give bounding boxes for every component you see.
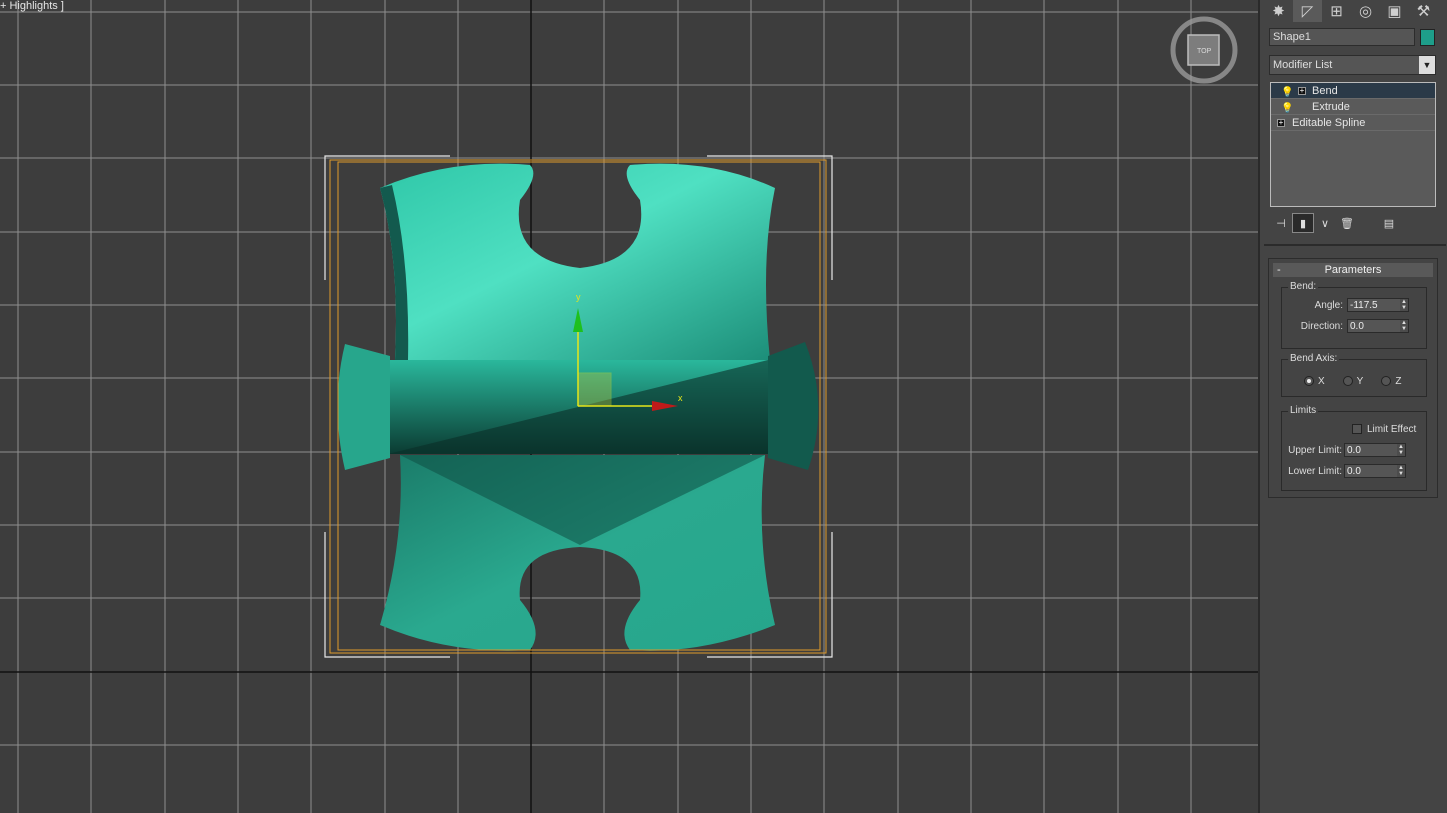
divider (1264, 244, 1446, 246)
remove-modifier-icon[interactable]: 🗑 (1336, 213, 1358, 233)
direction-spinner[interactable]: ▲▼ (1347, 319, 1409, 333)
spinner-down-icon[interactable]: ▼ (1400, 305, 1408, 311)
spinner-down-icon[interactable]: ▼ (1397, 471, 1405, 477)
expand-icon[interactable]: + (1298, 87, 1306, 95)
angle-label: Angle: (1314, 299, 1343, 311)
angle-input[interactable] (1348, 299, 1400, 311)
show-end-result-icon[interactable]: ▮ (1292, 213, 1314, 233)
limits-group-title: Limits (1288, 405, 1319, 416)
object-color-swatch[interactable] (1420, 29, 1435, 46)
stack-item-label: Bend (1312, 85, 1338, 97)
lower-limit-label: Lower Limit: (1288, 465, 1342, 477)
limits-group: Limits Limit Effect Upper Limit: ▲▼ Lowe… (1281, 405, 1427, 491)
command-panel: ✸ ◸ ⊞ ◎ ▣ ⚒ Modifier List ▼ 💡 + Bend 💡 E… (1258, 0, 1447, 813)
gizmo-x-label: x (678, 393, 683, 403)
axis-x-radio[interactable]: X (1304, 376, 1325, 387)
limit-effect-label: Limit Effect (1367, 423, 1417, 435)
object-name-field[interactable] (1269, 28, 1415, 46)
collapse-icon[interactable]: - (1277, 263, 1281, 277)
angle-spinner[interactable]: ▲▼ (1347, 298, 1409, 312)
axis-y-label: Y (1356, 375, 1364, 387)
upper-limit-label: Upper Limit: (1288, 444, 1342, 456)
modifier-list-dropdown[interactable]: Modifier List ▼ (1269, 55, 1436, 75)
stack-item-editable-spline[interactable]: + Editable Spline (1271, 115, 1435, 131)
parameters-rollout-header[interactable]: - Parameters (1273, 263, 1433, 277)
direction-label: Direction: (1300, 320, 1343, 332)
viewcube-face-label: TOP (1197, 48, 1212, 55)
create-tab-icon[interactable]: ✸ (1264, 0, 1293, 22)
viewcube[interactable]: TOP (1166, 14, 1244, 92)
expand-icon[interactable]: + (1277, 119, 1285, 127)
viewport-label[interactable]: + Highlights ] (0, 0, 64, 13)
axis-x-label: X (1318, 375, 1325, 387)
direction-input[interactable] (1348, 320, 1400, 332)
modifier-list-label: Modifier List (1273, 59, 1333, 71)
upper-limit-spinner[interactable]: ▲▼ (1344, 443, 1406, 457)
pin-stack-icon[interactable]: ⊣ (1270, 213, 1292, 233)
lower-limit-spinner[interactable]: ▲▼ (1344, 464, 1406, 478)
display-tab-icon[interactable]: ▣ (1380, 0, 1409, 22)
bend-group-title: Bend: (1288, 281, 1319, 292)
motion-tab-icon[interactable]: ◎ (1351, 0, 1380, 22)
stack-item-extrude[interactable]: 💡 Extrude (1271, 99, 1435, 115)
checkbox-box[interactable] (1352, 424, 1362, 434)
gizmo-y-label: y (576, 292, 581, 302)
parameters-rollout: - Parameters Bend: Angle: ▲▼ Direction: … (1268, 258, 1438, 498)
chevron-down-icon[interactable]: ▼ (1419, 56, 1435, 74)
axis-z-label: Z (1395, 375, 1402, 387)
bend-axis-group: Bend Axis: X Y Z (1281, 353, 1427, 397)
stack-item-label: Extrude (1312, 101, 1350, 113)
modify-tab-icon[interactable]: ◸ (1293, 0, 1322, 22)
stack-item-bend[interactable]: 💡 + Bend (1271, 83, 1435, 99)
radio-dot[interactable] (1381, 376, 1392, 386)
rollout-title: Parameters (1324, 264, 1382, 276)
upper-limit-input[interactable] (1345, 444, 1397, 456)
viewport-grid: y x (0, 0, 1258, 813)
hierarchy-tab-icon[interactable]: ⊞ (1322, 0, 1351, 22)
configure-modifier-sets-icon[interactable]: ▤ (1378, 213, 1400, 233)
axis-z-radio[interactable]: Z (1381, 376, 1401, 387)
bent-shape-object (337, 163, 819, 651)
stack-toolbar: ⊣ ▮ ∨ 🗑 ▤ (1270, 213, 1436, 233)
stack-item-label: Editable Spline (1292, 117, 1366, 129)
radio-dot[interactable] (1342, 376, 1353, 386)
bend-group: Bend: Angle: ▲▼ Direction: ▲▼ (1281, 281, 1427, 349)
modifier-stack[interactable]: 💡 + Bend 💡 Extrude + Editable Spline (1270, 82, 1436, 207)
spinner-down-icon[interactable]: ▼ (1400, 326, 1408, 332)
make-unique-icon[interactable]: ∨ (1314, 213, 1336, 233)
radio-dot[interactable] (1304, 376, 1314, 386)
utilities-hammer-icon[interactable]: ⚒ (1409, 0, 1438, 22)
lower-limit-input[interactable] (1345, 465, 1397, 477)
command-panel-tabs: ✸ ◸ ⊞ ◎ ▣ ⚒ (1264, 0, 1438, 22)
limit-effect-checkbox[interactable]: Limit Effect (1352, 422, 1416, 436)
axis-y-radio[interactable]: Y (1342, 375, 1364, 387)
spinner-down-icon[interactable]: ▼ (1397, 450, 1405, 456)
bend-axis-group-title: Bend Axis: (1288, 353, 1340, 364)
perspective-viewport[interactable]: y x + Highlights ] TOP (0, 0, 1258, 813)
